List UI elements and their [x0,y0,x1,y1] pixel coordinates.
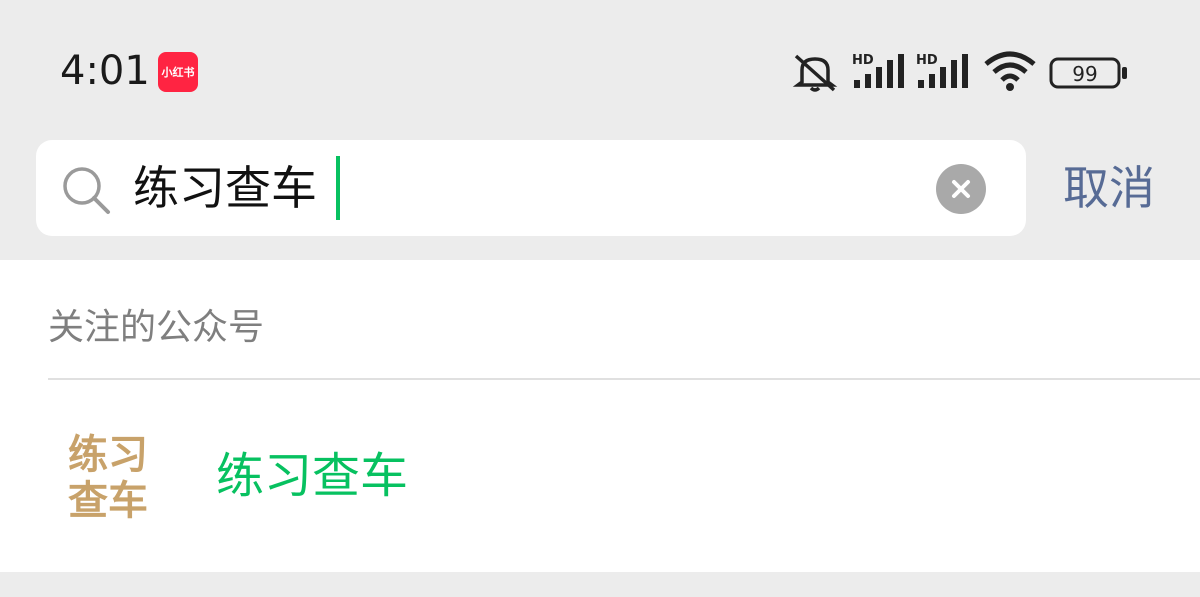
search-results: 关注的公众号 练习 查车 练习查车 [0,260,1200,572]
account-avatar: 练习 查车 [58,428,158,528]
mute-bell-icon [792,54,838,92]
close-icon [952,180,970,198]
text-cursor [336,156,340,220]
clear-search-button[interactable] [936,164,986,214]
search-icon [63,167,110,214]
network-type-label: HD [852,53,874,68]
search-bar[interactable]: 练习查车 [36,140,1026,236]
battery-level: 99 [1072,62,1097,86]
network-type-label: HD [916,53,938,68]
section-title: 关注的公众号 [48,307,265,348]
signal-hd-icon: HD [852,53,904,88]
app-notification-icon: 小红书 [158,52,198,92]
account-name: 练习查车 [216,448,409,504]
bottom-spacer [0,572,1200,597]
battery-icon: 99 [1049,57,1127,89]
list-item[interactable]: 练习 查车 练习查车 [0,380,1200,572]
cancel-button[interactable]: 取消 [1063,158,1155,218]
status-bar: 4:01 小红书 HD HD 99 [0,0,1200,140]
search-input[interactable]: 练习查车 [133,160,317,216]
signal-hd-icon: HD [916,53,968,88]
avatar-text: 查车 [68,477,148,524]
status-time: 4:01 [60,48,150,94]
avatar-text: 练习 [68,431,148,478]
wifi-icon [984,51,1036,91]
